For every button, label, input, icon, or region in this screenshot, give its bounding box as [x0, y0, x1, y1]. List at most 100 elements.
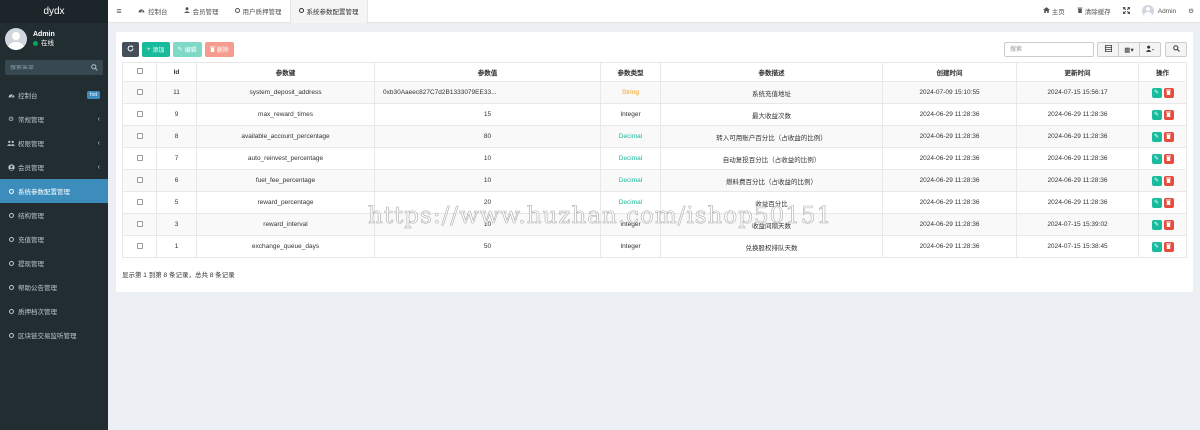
- sidebar-item-chain-listener[interactable]: 区块链交易监听管理: [0, 323, 108, 347]
- chevron-left-icon: ‹: [97, 139, 100, 147]
- sidebar: dydx Admin 在线 控制台 hot ⚙ 常规管理 ‹ 权限管理: [0, 0, 108, 430]
- cell-updated: 2024-07-15 15:38:45: [1016, 235, 1139, 258]
- cell-created: 2024-06-29 11:28:36: [882, 147, 1017, 170]
- row-edit-button[interactable]: ✎: [1151, 175, 1162, 186]
- sidebar-item-staking-tiers[interactable]: 质押档次管理: [0, 299, 108, 323]
- row-delete-button[interactable]: [1163, 197, 1174, 208]
- columns-toggle-button[interactable]: ▦▾: [1118, 42, 1140, 57]
- gear-icon: ⚙: [1188, 8, 1194, 15]
- sidebar-item-label: 帮助公告管理: [18, 285, 57, 292]
- row-delete-button[interactable]: [1163, 153, 1174, 164]
- select-all-cell[interactable]: [122, 62, 157, 82]
- column-header-created[interactable]: 创建时间: [882, 62, 1017, 82]
- grid-icon: ▦▾: [1124, 46, 1134, 54]
- row-checkbox[interactable]: [136, 242, 143, 249]
- cell-actions: ✎: [1138, 191, 1187, 214]
- hamburger-menu-icon[interactable]: ≡: [108, 6, 130, 16]
- column-header-updated[interactable]: 更新时间: [1016, 62, 1139, 82]
- row-checkbox[interactable]: [136, 110, 143, 117]
- cell-id: 8: [156, 125, 197, 148]
- column-header-key[interactable]: 参数键: [196, 62, 375, 82]
- sidebar-item-dashboard[interactable]: 控制台 hot: [0, 83, 108, 107]
- table-row[interactable]: 5 reward_percentage 20 Decimal 收益百分比 202…: [122, 191, 1187, 214]
- row-checkbox[interactable]: [136, 198, 143, 205]
- search-icon: [1172, 45, 1180, 54]
- cell-key: reward_interval: [196, 213, 375, 236]
- row-checkbox[interactable]: [136, 220, 143, 227]
- delete-button[interactable]: 删除: [204, 42, 234, 57]
- cell-created: 2024-06-29 11:28:36: [882, 169, 1017, 192]
- sidebar-item-members[interactable]: 会员管理 ‹: [0, 155, 108, 179]
- column-header-description[interactable]: 参数描述: [660, 62, 883, 82]
- table-row[interactable]: 6 fuel_fee_percentage 10 Decimal 燃料费百分比（…: [122, 169, 1187, 192]
- table-row[interactable]: 7 auto_reinvest_percentage 10 Decimal 自动…: [122, 147, 1187, 170]
- home-link[interactable]: 主页: [1037, 6, 1071, 16]
- column-header-value[interactable]: 参数值: [374, 62, 601, 82]
- pencil-icon: ✎: [1153, 112, 1160, 118]
- cell-value: 15: [374, 103, 601, 126]
- tab-members[interactable]: 会员管理: [176, 0, 227, 23]
- row-edit-button[interactable]: ✎: [1151, 241, 1162, 252]
- sidebar-item-structure[interactable]: 结构管理: [0, 203, 108, 227]
- pencil-icon: ✎: [1153, 134, 1160, 140]
- table-row[interactable]: 1 exchange_queue_days 50 Integer 兑换股权排队天…: [122, 235, 1187, 258]
- row-edit-button[interactable]: ✎: [1151, 109, 1162, 120]
- settings-button[interactable]: ⚙: [1182, 7, 1200, 15]
- edit-button[interactable]: ✎ 编辑: [172, 42, 202, 57]
- brand-logo[interactable]: dydx: [0, 0, 108, 23]
- row-edit-button[interactable]: ✎: [1151, 131, 1162, 142]
- sidebar-item-withdraw[interactable]: 提现管理: [0, 251, 108, 275]
- sidebar-item-label: 区块链交易监听管理: [18, 333, 77, 340]
- export-button[interactable]: [1139, 42, 1161, 57]
- row-delete-button[interactable]: [1163, 241, 1174, 252]
- refresh-button[interactable]: [122, 42, 139, 57]
- tab-dashboard[interactable]: 控制台: [130, 0, 176, 23]
- row-edit-button[interactable]: ✎: [1151, 197, 1162, 208]
- table-row[interactable]: 11 system_deposit_address 0xb30Aaeec827C…: [122, 81, 1187, 104]
- row-delete-button[interactable]: [1163, 219, 1174, 230]
- row-checkbox[interactable]: [136, 132, 143, 139]
- cell-updated: 2024-06-29 11:28:36: [1016, 103, 1139, 126]
- row-checkbox[interactable]: [136, 88, 143, 95]
- pencil-icon: ✎: [177, 47, 183, 53]
- table-row[interactable]: 8 available_account_percentage 80 Decima…: [122, 125, 1187, 148]
- select-all-checkbox[interactable]: [136, 68, 143, 74]
- toggle-view-button[interactable]: [1097, 42, 1119, 57]
- search-icon[interactable]: [91, 64, 98, 71]
- user-panel: Admin 在线: [0, 23, 108, 55]
- user-menu[interactable]: Admin: [1136, 5, 1182, 17]
- sidebar-item-label: 结构管理: [18, 213, 44, 220]
- sidebar-item-recharge[interactable]: 充值管理: [0, 227, 108, 251]
- add-button[interactable]: + 添加: [142, 42, 170, 57]
- cell-actions: ✎: [1138, 147, 1187, 170]
- table-row[interactable]: 9 max_reward_times 15 Integer 最大收益次数 202…: [122, 103, 1187, 126]
- sidebar-item-permissions[interactable]: 权限管理 ‹: [0, 131, 108, 155]
- row-edit-button[interactable]: ✎: [1151, 219, 1162, 230]
- sidebar-item-system-params[interactable]: 系统参数配置管理: [0, 179, 108, 203]
- column-header-type[interactable]: 参数类型: [600, 62, 661, 82]
- row-edit-button[interactable]: ✎: [1151, 153, 1162, 164]
- row-checkbox[interactable]: [136, 176, 143, 183]
- column-header-id[interactable]: Id: [156, 62, 197, 82]
- cell-key: system_deposit_address: [196, 81, 375, 104]
- sidebar-item-general[interactable]: ⚙ 常规管理 ‹: [0, 107, 108, 131]
- tab-system-params[interactable]: 系统参数配置管理: [289, 0, 368, 23]
- plus-icon: +: [147, 46, 151, 53]
- trash-icon: [1166, 155, 1171, 163]
- table-search-input[interactable]: [1004, 42, 1094, 57]
- sidebar-search-input[interactable]: [10, 64, 80, 71]
- row-delete-button[interactable]: [1163, 109, 1174, 120]
- tab-user-staking[interactable]: 用户质押管理: [227, 0, 290, 23]
- home-icon: [1042, 7, 1050, 15]
- table-row[interactable]: 3 reward_interval 10 Integer 收益间隔天数 2024…: [122, 213, 1187, 236]
- row-delete-button[interactable]: [1163, 87, 1174, 98]
- fullscreen-button[interactable]: [1117, 6, 1136, 16]
- sidebar-item-help-notice[interactable]: 帮助公告管理: [0, 275, 108, 299]
- cell-updated: 2024-06-29 11:28:36: [1016, 125, 1139, 148]
- search-toggle-button[interactable]: [1165, 42, 1187, 57]
- row-delete-button[interactable]: [1163, 175, 1174, 186]
- clear-cache-button[interactable]: 清除缓存: [1071, 6, 1117, 16]
- row-edit-button[interactable]: ✎: [1151, 87, 1162, 98]
- row-delete-button[interactable]: [1163, 131, 1174, 142]
- row-checkbox[interactable]: [136, 154, 143, 161]
